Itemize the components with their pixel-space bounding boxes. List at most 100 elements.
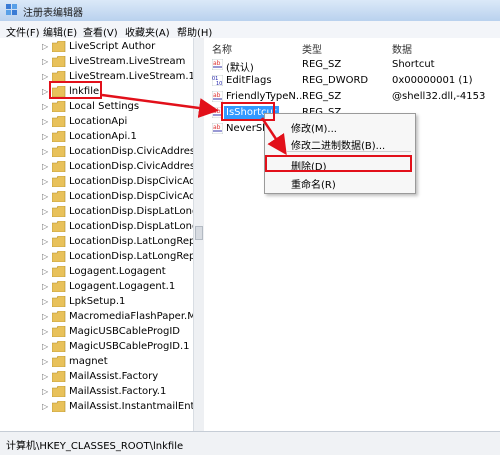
svg-text:ab: ab (213, 92, 221, 99)
menu-view[interactable]: 查看(V) (83, 24, 118, 39)
tree-item-label: MacromediaFlashPaper.Mac (69, 311, 201, 322)
expand-arrow-icon[interactable]: ▷ (42, 252, 48, 261)
window-title: 注册表编辑器 (23, 8, 83, 19)
menu-edit[interactable]: 编辑(E) (43, 24, 77, 39)
tree-item-label: LocationDisp.CivicAddressRe (69, 146, 201, 157)
folder-icon (52, 176, 66, 187)
tree-scrollbar[interactable] (193, 38, 204, 431)
expand-arrow-icon[interactable]: ▷ (42, 177, 48, 186)
tree-item-label: magnet (69, 356, 108, 367)
watermark: Baidu经验 (395, 409, 473, 428)
folder-icon (52, 221, 66, 232)
expand-arrow-icon[interactable]: ▷ (42, 117, 48, 126)
expand-arrow-icon[interactable]: ▷ (42, 87, 48, 96)
tree-item-label: LiveStream.LiveStream (69, 56, 186, 67)
expand-arrow-icon[interactable]: ▷ (42, 297, 48, 306)
title-bar: 注册表编辑器 (0, 0, 500, 22)
expand-arrow-icon[interactable]: ▷ (42, 312, 48, 321)
value-data: 0x00000001 (1) (392, 75, 473, 86)
expand-arrow-icon[interactable]: ▷ (42, 237, 48, 246)
expand-arrow-icon[interactable]: ▷ (42, 327, 48, 336)
folder-icon (52, 356, 66, 367)
expand-arrow-icon[interactable]: ▷ (42, 387, 48, 396)
tree-item-label: LocationDisp.LatLongReport (69, 236, 201, 247)
tree-item-label: MailAssist.Factory.1 (69, 386, 167, 397)
tree-item-label: Logagent.Logagent.1 (69, 281, 176, 292)
folder-icon (52, 56, 66, 67)
tree-item-label: LocationDisp.DispLatLongRe (69, 206, 201, 217)
menu-bar: 文件(F) 编辑(E) 查看(V) 收藏夹(A) 帮助(H) (0, 21, 500, 39)
folder-icon (52, 296, 66, 307)
folder-icon (52, 371, 66, 382)
expand-arrow-icon[interactable]: ▷ (42, 42, 48, 51)
folder-icon (52, 191, 66, 202)
status-bar: 计算机\HKEY_CLASSES_ROOT\lnkfile (0, 431, 500, 455)
expand-arrow-icon[interactable]: ▷ (42, 357, 48, 366)
tree-item-label: LocationDisp.LatLongReport (69, 251, 201, 262)
value-name: FriendlyTypeN... (226, 91, 306, 102)
expand-arrow-icon[interactable]: ▷ (42, 102, 48, 111)
menu-file[interactable]: 文件(F) (6, 24, 40, 39)
folder-icon (52, 131, 66, 142)
expand-arrow-icon[interactable]: ▷ (42, 72, 48, 81)
folder-icon (52, 266, 66, 277)
binary-value-icon: 0110 (212, 75, 223, 86)
expand-arrow-icon[interactable]: ▷ (42, 57, 48, 66)
expand-arrow-icon[interactable]: ▷ (42, 132, 48, 141)
tree-item[interactable]: ▷ MailAssist.InstantmailEntry (0, 398, 200, 416)
column-header-data[interactable]: 数据 (392, 41, 412, 56)
expand-arrow-icon[interactable]: ▷ (42, 267, 48, 276)
menu-help[interactable]: 帮助(H) (177, 24, 212, 39)
values-list[interactable]: 名称 类型 数据 ab (默认) REG_SZ Shortcut 01 10 Ed… (204, 38, 500, 431)
tree-item-label: Local Settings (69, 101, 140, 112)
expand-arrow-icon[interactable]: ▷ (42, 147, 48, 156)
folder-icon (52, 236, 66, 247)
status-path: 计算机\HKEY_CLASSES_ROOT\lnkfile (6, 441, 184, 452)
expand-arrow-icon[interactable]: ▷ (42, 207, 48, 216)
folder-icon (52, 386, 66, 397)
expand-arrow-icon[interactable]: ▷ (42, 162, 48, 171)
tree-item-label: MailAssist.Factory (69, 371, 159, 382)
tree-item-label: MailAssist.InstantmailEntry (69, 401, 201, 412)
tree-item-label: LocationDisp.CivicAddressRe (69, 161, 201, 172)
svg-text:10: 10 (216, 81, 222, 86)
column-header-name[interactable]: 名称 (212, 41, 232, 56)
tree-item-label: LocationApi.1 (69, 131, 137, 142)
folder-icon (52, 206, 66, 217)
tree-item-label: LocationDisp.DispCivicAddre (69, 176, 201, 187)
menu-item-modify-binary[interactable]: 修改二进制数据(B)... (291, 137, 385, 152)
folder-icon (52, 161, 66, 172)
menu-item-rename[interactable]: 重命名(R) (291, 176, 336, 191)
tree-item-label: LiveScript Author (69, 41, 156, 52)
context-menu: 修改(M)... 修改二进制数据(B)... 删除(D) 重命名(R) (264, 113, 416, 194)
value-type: REG_SZ (302, 59, 342, 70)
expand-arrow-icon[interactable]: ▷ (42, 402, 48, 411)
string-value-icon: ab (212, 91, 223, 102)
folder-icon (52, 311, 66, 322)
value-data: Shortcut (392, 59, 435, 70)
tree-item-label: LocationDisp.DispLatLongRe (69, 221, 201, 232)
expand-arrow-icon[interactable]: ▷ (42, 222, 48, 231)
folder-icon (52, 341, 66, 352)
scrollbar-thumb[interactable] (195, 226, 203, 240)
svg-text:ab: ab (213, 124, 221, 131)
tree-item-label: LpkSetup.1 (69, 296, 126, 307)
menu-favorites[interactable]: 收藏夹(A) (125, 24, 170, 39)
expand-arrow-icon[interactable]: ▷ (42, 192, 48, 201)
tree-item-label: MagicUSBCableProgID (69, 326, 180, 337)
highlight-box-tree (49, 81, 102, 99)
column-header-type[interactable]: 类型 (302, 41, 322, 56)
value-data: @shell32.dll,-4153 (392, 91, 486, 102)
folder-icon (52, 281, 66, 292)
value-name: EditFlags (226, 75, 272, 86)
folder-icon (52, 251, 66, 262)
tree-item-label: MagicUSBCableProgID.1 (69, 341, 190, 352)
expand-arrow-icon[interactable]: ▷ (42, 372, 48, 381)
tree-item-label: LocationDisp.DispCivicAddre (69, 191, 201, 202)
highlight-box-value (221, 102, 275, 121)
folder-icon (52, 101, 66, 112)
regedit-app-icon (6, 4, 17, 15)
expand-arrow-icon[interactable]: ▷ (42, 342, 48, 351)
expand-arrow-icon[interactable]: ▷ (42, 282, 48, 291)
menu-item-modify[interactable]: 修改(M)... (291, 120, 337, 135)
